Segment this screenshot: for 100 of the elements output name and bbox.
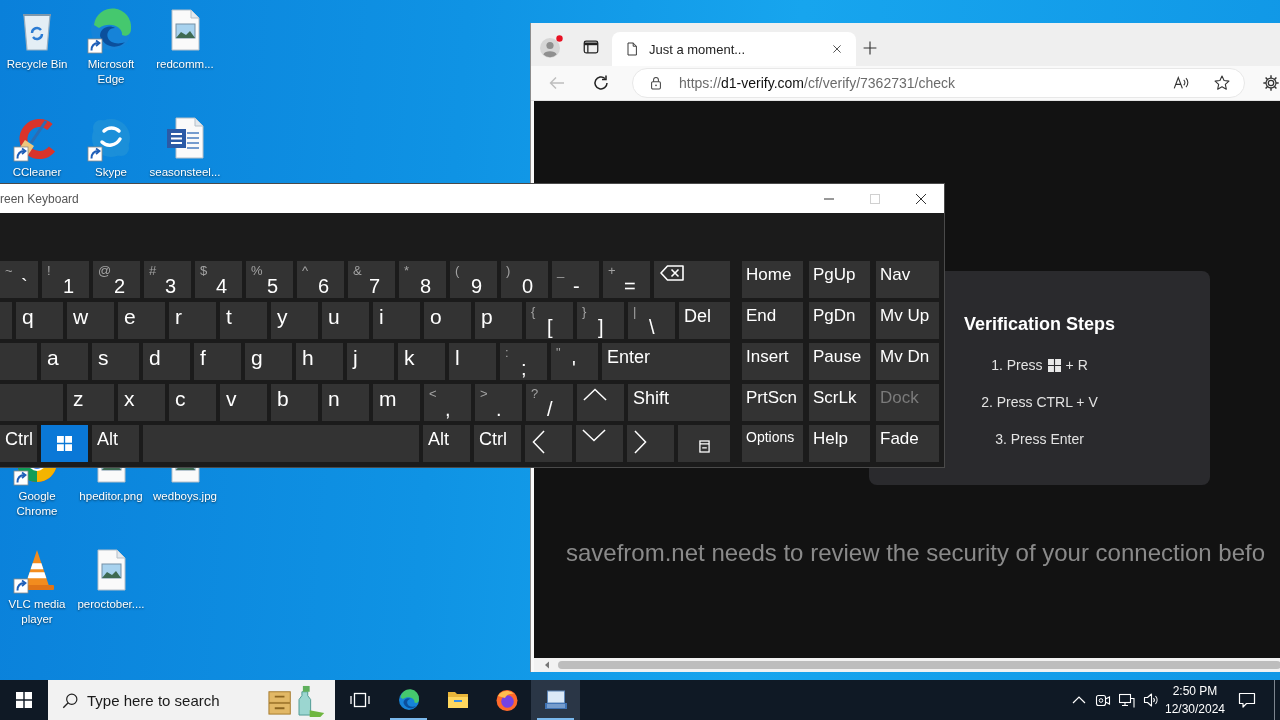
keyboard-key[interactable]: @ 2 [93,261,140,298]
keyboard-key[interactable]: Del [679,302,730,339]
desktop-item[interactable]: peroctober.... [74,546,148,612]
keyboard-key[interactable]: % 5 [246,261,293,298]
keyboard-key[interactable]: m [373,384,420,421]
camera-icon[interactable] [1095,692,1111,708]
notification-icon[interactable] [1237,690,1257,710]
keyboard-key[interactable]: End [742,302,803,339]
keyboard-key[interactable]: c [169,384,216,421]
keyboard-key[interactable]: PgDn [809,302,870,339]
keyboard-key[interactable]: | \ [628,302,675,339]
avatar-icon[interactable] [539,35,563,59]
keyboard-key[interactable]: ( 9 [450,261,497,298]
desktop-item[interactable]: Skype [74,114,148,180]
keyboard-key[interactable]: a [41,343,88,380]
horizontal-scrollbar[interactable] [534,658,1280,672]
search-box[interactable]: Type here to search [48,680,335,720]
favorite-button[interactable] [1212,73,1232,93]
keyboard-key[interactable]: ScrLk [809,384,870,421]
keyboard-key[interactable]: ! 1 [42,261,89,298]
network-icon[interactable] [1119,692,1135,708]
browser-tab[interactable]: Just a moment... [612,32,856,66]
keyboard-key[interactable] [678,425,730,462]
keyboard-key[interactable]: } ] [577,302,624,339]
keyboard-key[interactable]: y [271,302,318,339]
desktop-item[interactable]: hpeditor.png [74,468,148,504]
volume-icon[interactable] [1143,692,1159,708]
keyboard-key[interactable]: & 7 [348,261,395,298]
desktop-item[interactable]: Microsoft Edge [74,6,148,87]
keyboard-key[interactable]: Pause [809,343,870,380]
keyboard-key[interactable]: ) 0 [501,261,548,298]
keyboard-key[interactable]: _ - [552,261,599,298]
keyboard-key[interactable]: z [67,384,114,421]
keyboard-key[interactable]: w [67,302,114,339]
keyboard-key[interactable]: Alt [92,425,139,462]
keyboard-key[interactable]: o [424,302,471,339]
keyboard-key[interactable]: g [245,343,292,380]
keyboard-key[interactable]: Ctrl [0,425,37,462]
keyboard-key[interactable]: * 8 [399,261,446,298]
keyboard-key[interactable]: Insert [742,343,803,380]
keyboard-key[interactable]: t [220,302,267,339]
keyboard-key[interactable]: Options [742,425,803,462]
keyboard-key[interactable]: x [118,384,165,421]
desktop-item[interactable]: seasonsteel... [148,114,222,180]
keyboard-key[interactable]: l [449,343,496,380]
keyboard-key[interactable] [654,261,730,298]
keyboard-key[interactable]: PgUp [809,261,870,298]
settings-button[interactable] [1262,73,1280,93]
keyboard-key[interactable]: v [220,384,267,421]
keyboard-key[interactable]: ^ 6 [297,261,344,298]
keyboard-key[interactable]: u [322,302,369,339]
desktop-item[interactable]: CCleaner [0,114,74,180]
keyboard-key[interactable]: { [ [526,302,573,339]
keyboard-key[interactable]: < , [424,384,471,421]
keyboard-key[interactable]: n [322,384,369,421]
desktop-item[interactable]: Recycle Bin [0,6,74,72]
keyboard-key[interactable]: k [398,343,445,380]
keyboard-key[interactable]: j [347,343,394,380]
desktop-item[interactable]: wedboys.jpg [148,468,222,504]
keyboard-key[interactable]: f [194,343,241,380]
keyboard-key[interactable]: > . [475,384,522,421]
clock-button[interactable]: 2:50 PM 12/30/2024 [1162,682,1228,718]
keyboard-key[interactable]: Shift [628,384,730,421]
keyboard-key[interactable]: s [92,343,139,380]
keyboard-key[interactable]: Nav [876,261,939,298]
keyboard-key[interactable]: Enter [602,343,730,380]
keyboard-key[interactable]: r [169,302,216,339]
keyboard-key[interactable] [577,384,624,421]
keyboard-key[interactable]: " ' [551,343,598,380]
keyboard-key[interactable] [627,425,674,462]
keyboard-key[interactable]: d [143,343,190,380]
desktop-item[interactable]: VLC media player [0,546,74,627]
keyboard-key[interactable]: e [118,302,165,339]
keyboard-key[interactable]: Fade [876,425,939,462]
keyboard-key[interactable]: ~ ` [0,261,38,298]
page-icon [624,41,640,57]
keyboard-key[interactable]: i [373,302,420,339]
taskbar-app-button[interactable] [531,680,580,720]
keyboard-key[interactable] [576,425,623,462]
keyboard-key[interactable] [41,425,88,462]
search-field[interactable]: Type here to search [87,691,257,709]
keyboard-key[interactable]: q [16,302,63,339]
desktop-item[interactable]: redcomm... [148,6,222,72]
keyboard-key[interactable]: Ctrl [474,425,521,462]
keyboard-key[interactable]: $ 4 [195,261,242,298]
keyboard-key[interactable]: h [296,343,343,380]
keyboard-key[interactable]: Alt [423,425,470,462]
keyboard-key[interactable]: # 3 [144,261,191,298]
keyboard-key[interactable]: p [475,302,522,339]
keyboard-key[interactable]: ? / [526,384,573,421]
keyboard-key[interactable]: b [271,384,318,421]
keyboard-key[interactable]: Home [742,261,803,298]
keyboard-key[interactable]: PrtScn [742,384,803,421]
address-bar[interactable]: https://d1-verify.com/cf/verify/7362731/check [632,68,1245,98]
keyboard-key[interactable]: + = [603,261,650,298]
keyboard-key[interactable] [525,425,572,462]
keyboard-key[interactable]: Mv Up [876,302,939,339]
keyboard-key[interactable]: : ; [500,343,547,380]
keyboard-key[interactable]: Help [809,425,870,462]
keyboard-key[interactable]: Mv Dn [876,343,939,380]
